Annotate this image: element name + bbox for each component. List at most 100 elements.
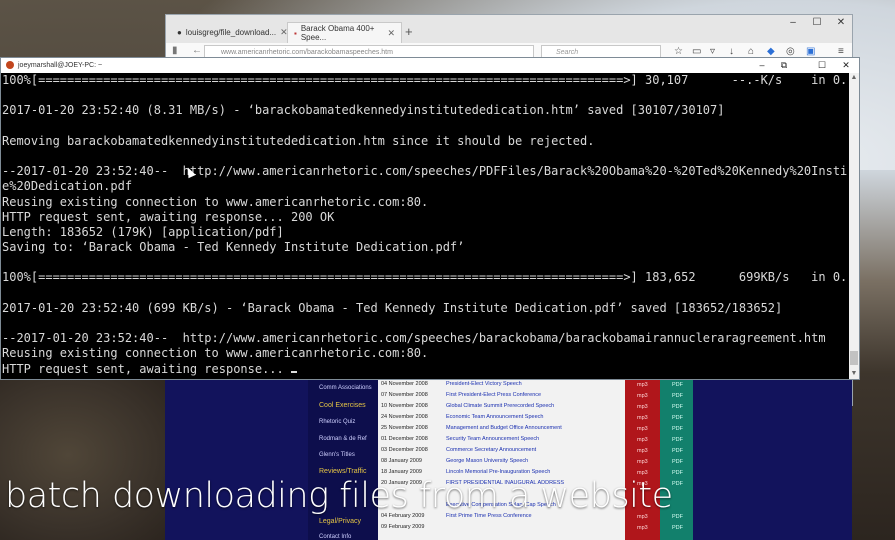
row-title[interactable]: George Mason University Speech: [446, 458, 528, 464]
table-row[interactable]: 07 November 2008 First President-Elect Pr…: [378, 392, 625, 403]
terminal-line: Reusing existing connection to www.ameri…: [2, 346, 429, 361]
search-placeholder: Search: [556, 49, 579, 56]
addon-icon[interactable]: ▣: [806, 46, 815, 57]
table-row[interactable]: 25 November 2008 Management and Budget Of…: [378, 425, 625, 436]
sidebar-link[interactable]: Comm Associations: [319, 385, 372, 391]
back-icon[interactable]: ←: [192, 45, 202, 56]
download-icon[interactable]: ↓: [729, 46, 734, 57]
row-date: 08 January 2009: [381, 458, 422, 464]
sidebar-link[interactable]: Glenn's Titles: [319, 452, 355, 458]
mp3-link[interactable]: mp3: [637, 393, 648, 399]
maximize-icon[interactable]: ☐: [811, 58, 833, 72]
row-title[interactable]: Lincoln Memorial Pre-Inauguration Speech: [446, 469, 550, 475]
pdf-link[interactable]: PDF: [672, 393, 683, 399]
row-title[interactable]: Global Climate Summit Prerecorded Speech: [446, 403, 554, 409]
terminal-line: e%20Dedication.pdf: [2, 179, 133, 194]
sync-icon[interactable]: ◎: [786, 46, 795, 57]
terminal-line: Length: 183652 (179K) [application/pdf]: [2, 224, 284, 239]
pdf-link[interactable]: PDF: [672, 481, 683, 487]
mp3-link[interactable]: mp3: [637, 525, 648, 531]
ubuntu-icon: [6, 61, 14, 69]
row-date: 24 November 2008: [381, 414, 428, 420]
sidebar-link[interactable]: Legal/Privacy: [319, 518, 361, 525]
row-title[interactable]: President-Elect Victory Speech: [446, 381, 522, 387]
scroll-up-icon[interactable]: ▲: [849, 73, 859, 83]
menu-icon[interactable]: ≡: [838, 46, 844, 57]
mp3-link[interactable]: mp3: [637, 448, 648, 454]
reading-list-icon[interactable]: ▭: [692, 46, 701, 57]
sidebar-link[interactable]: Cool Exercises: [319, 402, 366, 409]
maximize-icon[interactable]: ☐: [806, 15, 828, 31]
home-icon[interactable]: ⌂: [748, 46, 754, 57]
pdf-link[interactable]: PDF: [672, 415, 683, 421]
pdf-link[interactable]: PDF: [672, 437, 683, 443]
restore-icon[interactable]: ⧉: [773, 58, 795, 72]
table-row[interactable]: 03 December 2008 Commerce Secretary Annou…: [378, 447, 625, 458]
mp3-link[interactable]: mp3: [637, 459, 648, 465]
terminal-title-bar[interactable]: joeymarshall@JOEY-PC: ~ – ⧉ ☐ ✕: [1, 58, 859, 73]
table-row[interactable]: 24 November 2008 Economic Team Announceme…: [378, 414, 625, 425]
sidebar-link[interactable]: Contact Info: [319, 534, 351, 540]
tab-label: louisgreg/file_download...: [185, 28, 277, 37]
mp3-link[interactable]: mp3: [637, 404, 648, 410]
minimize-icon[interactable]: –: [782, 15, 804, 31]
table-row[interactable]: 01 December 2008 Security Team Announceme…: [378, 436, 625, 447]
table-row[interactable]: 08 January 2009 George Mason University S…: [378, 458, 625, 469]
pdf-link[interactable]: PDF: [672, 448, 683, 454]
pdf-link[interactable]: PDF: [672, 470, 683, 476]
table-row[interactable]: 09 February 2009: [378, 524, 625, 535]
browser-tab-obama[interactable]: ▪ Barack Obama 400+ Spee... ✕: [287, 22, 402, 43]
pdf-link[interactable]: PDF: [672, 382, 683, 388]
table-row[interactable]: 04 November 2008 President-Elect Victory …: [378, 381, 625, 392]
terminal-line: 100%[===================================…: [2, 73, 848, 87]
pdf-link[interactable]: PDF: [672, 514, 683, 520]
row-title[interactable]: Security Team Announcement Speech: [446, 436, 539, 442]
mp3-link[interactable]: mp3: [637, 437, 648, 443]
row-date: 01 December 2008: [381, 436, 428, 442]
terminal-line: Saving to: ‘Barack Obama - Ted Kennedy I…: [2, 240, 465, 255]
close-window-icon[interactable]: ✕: [830, 15, 852, 31]
pdf-link[interactable]: PDF: [672, 459, 683, 465]
terminal-line: --2017-01-20 23:52:40-- http://www.ameri…: [2, 164, 848, 179]
row-date: 25 November 2008: [381, 425, 428, 431]
row-title[interactable]: Economic Team Announcement Speech: [446, 414, 543, 420]
pocket-icon[interactable]: ▿: [710, 46, 715, 57]
sidebar-link[interactable]: Rodman & de Ref: [319, 436, 367, 442]
terminal-line: 100%[===================================…: [2, 270, 848, 285]
pdf-link[interactable]: PDF: [672, 426, 683, 432]
close-window-icon[interactable]: ✕: [835, 58, 857, 72]
table-row[interactable]: 10 November 2008 Global Climate Summit Pr…: [378, 403, 625, 414]
terminal-output[interactable]: 100%[===================================…: [2, 73, 848, 379]
close-tab-icon[interactable]: ✕: [387, 28, 395, 39]
mp3-link[interactable]: mp3: [637, 382, 648, 388]
mp3-link[interactable]: mp3: [637, 426, 648, 432]
sidebar-link[interactable]: Reviews/Traffic: [319, 468, 366, 475]
tab-label: Barack Obama 400+ Spee...: [300, 24, 375, 42]
scroll-down-icon[interactable]: ▼: [849, 369, 859, 379]
row-title[interactable]: Management and Budget Office Announcemen…: [446, 425, 562, 431]
row-title[interactable]: First President-Elect Press Conference: [446, 392, 541, 398]
pdf-link[interactable]: PDF: [672, 525, 683, 531]
new-tab-button[interactable]: +: [405, 24, 413, 39]
video-caption: batch downloading files from a website: [5, 476, 673, 516]
terminal-cursor: [290, 370, 297, 373]
terminal-line: HTTP request sent, awaiting response... …: [2, 209, 335, 224]
terminal-line: --2017-01-20 23:52:40-- http://www.ameri…: [2, 331, 826, 346]
terminal-line: Reusing existing connection to www.ameri…: [2, 194, 429, 209]
minimize-icon[interactable]: –: [751, 58, 773, 72]
extension-icon[interactable]: ◆: [767, 46, 775, 57]
star-icon[interactable]: ☆: [674, 46, 683, 57]
browser-tab-github[interactable]: ● louisgreg/file_download... ✕: [171, 22, 288, 43]
row-title[interactable]: Commerce Secretary Announcement: [446, 447, 536, 453]
sidebar-link[interactable]: Rhetoric Quiz: [319, 419, 355, 425]
row-date: 07 November 2008: [381, 392, 428, 398]
github-icon: ●: [177, 28, 182, 37]
terminal-scrollbar[interactable]: ▲ ▼: [849, 73, 859, 379]
sidebar-icon[interactable]: ▮: [172, 45, 178, 56]
pdf-link[interactable]: PDF: [672, 404, 683, 410]
mp3-link[interactable]: mp3: [637, 415, 648, 421]
scrollbar-thumb[interactable]: [850, 351, 858, 365]
